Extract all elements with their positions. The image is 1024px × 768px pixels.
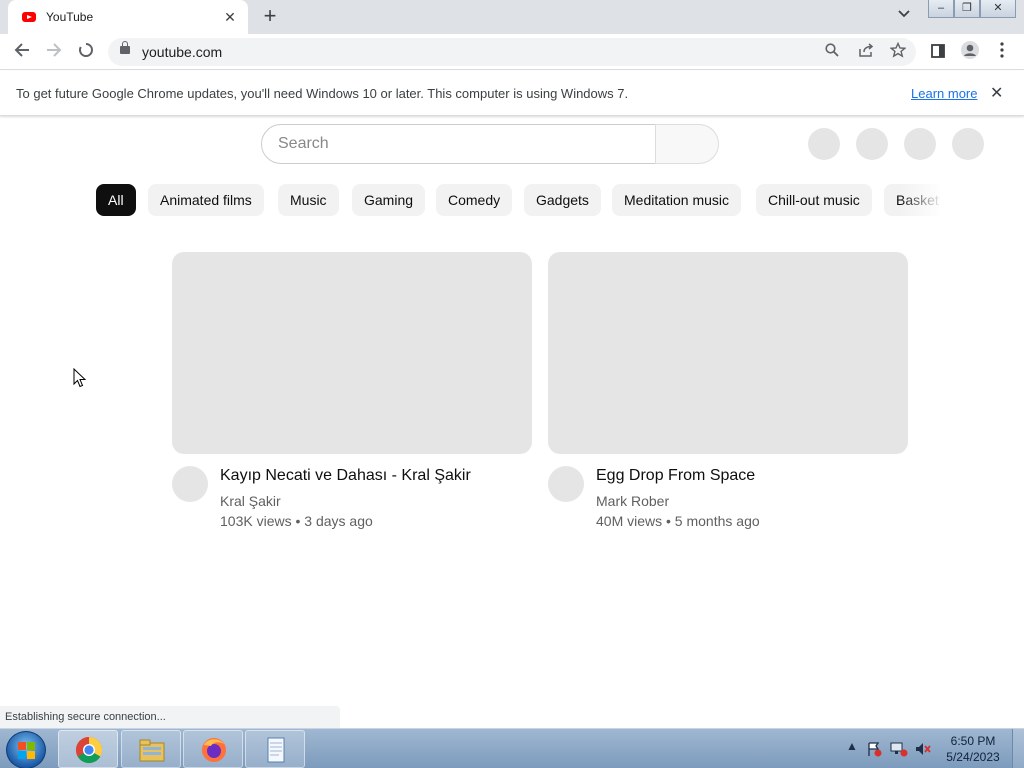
action-center-flag-icon[interactable] [866, 741, 882, 757]
chrome-icon [75, 736, 103, 764]
lock-icon[interactable] [120, 41, 130, 54]
tab-strip: YouTube ✕ + – ❐ ✕ [0, 0, 1024, 34]
back-arrow-icon [14, 43, 29, 57]
notifications-icon-placeholder[interactable] [904, 128, 936, 160]
bookmark-star-icon[interactable] [888, 41, 908, 62]
update-infobar: To get future Google Chrome updates, you… [0, 71, 1024, 116]
show-desktop-button[interactable] [1012, 729, 1024, 768]
chip-gaming[interactable]: Gaming [352, 184, 426, 216]
video-card[interactable]: Egg Drop From Space Mark Rober 40M views… [548, 252, 908, 529]
address-bar[interactable]: youtube.com [108, 38, 916, 66]
side-panel-icon [931, 44, 945, 58]
side-panel-button[interactable] [926, 40, 950, 64]
video-thumbnail[interactable] [548, 252, 908, 454]
infobar-close-icon[interactable]: ✕ [990, 83, 1003, 103]
start-button[interactable] [6, 731, 46, 768]
taskbar-firefox[interactable] [183, 730, 243, 768]
video-thumbnail[interactable] [172, 252, 532, 454]
video-title[interactable]: Egg Drop From Space [596, 467, 755, 485]
profile-avatar-icon [961, 41, 979, 59]
video-channel[interactable]: Mark Rober [596, 493, 669, 509]
video-card[interactable]: Kayıp Necati ve Dahası - Kral Şakir Kral… [172, 252, 532, 529]
url-text[interactable]: youtube.com [142, 44, 222, 60]
create-icon-placeholder[interactable] [808, 128, 840, 160]
channel-avatar[interactable] [548, 466, 584, 502]
volume-muted-icon[interactable] [914, 741, 932, 757]
youtube-favicon-icon [22, 12, 36, 22]
taskbar-chrome[interactable] [58, 730, 118, 768]
new-tab-button[interactable]: + [258, 5, 282, 29]
network-icon[interactable] [890, 741, 908, 757]
chip-all[interactable]: All [96, 184, 136, 216]
show-hidden-icons[interactable]: ▲ [846, 739, 858, 753]
channel-avatar[interactable] [172, 466, 208, 502]
tab-title: YouTube [46, 10, 94, 24]
windows-taskbar: ▲ 6:50 PM 5/24/2023 [0, 728, 1024, 768]
firefox-icon [202, 738, 226, 762]
video-title[interactable]: Kayıp Necati ve Dahası - Kral Şakir [220, 467, 471, 485]
browser-toolbar: youtube.com [0, 34, 1024, 70]
stop-loading-button[interactable] [74, 40, 98, 64]
video-meta: 40M views • 5 months ago [596, 513, 760, 529]
forward-arrow-icon [47, 43, 62, 57]
restore-button[interactable]: ❐ [954, 0, 980, 18]
youtube-search-input[interactable]: Search [261, 124, 656, 164]
chip-comedy[interactable]: Comedy [436, 184, 513, 216]
chip-gadgets[interactable]: Gadgets [524, 184, 601, 216]
chip-animated-films[interactable]: Animated films [148, 184, 264, 216]
apps-icon-placeholder[interactable] [856, 128, 888, 160]
clock-time: 6:50 PM [950, 734, 996, 748]
file-explorer-icon [139, 739, 165, 762]
tab-close-icon[interactable]: ✕ [222, 9, 238, 26]
profile-button[interactable] [958, 40, 982, 64]
notepad-icon [267, 737, 285, 763]
category-chips: All Animated films Music Gaming Comedy G… [96, 184, 940, 216]
chip-chill-out-music[interactable]: Chill-out music [756, 184, 872, 216]
tab-youtube[interactable]: YouTube ✕ [8, 0, 248, 34]
taskbar-notepad[interactable] [245, 730, 305, 768]
tab-search-icon[interactable] [893, 7, 915, 27]
search-icon[interactable] [822, 42, 842, 62]
mouse-cursor-icon [73, 368, 87, 388]
windows-logo-icon [18, 742, 36, 760]
three-dots-menu-icon [1000, 42, 1004, 58]
learn-more-link[interactable]: Learn more [911, 86, 977, 101]
window-close-button[interactable]: ✕ [980, 0, 1016, 18]
youtube-search-button[interactable] [655, 124, 719, 164]
minimize-button[interactable]: – [928, 0, 954, 18]
loading-spinner-icon [79, 43, 93, 57]
search-placeholder: Search [278, 135, 329, 152]
share-icon[interactable] [856, 42, 876, 62]
chip-meditation-music[interactable]: Meditation music [612, 184, 742, 216]
forward-button[interactable] [42, 40, 66, 64]
clock-date: 5/24/2023 [946, 750, 1000, 764]
menu-button[interactable] [990, 40, 1014, 64]
account-avatar-placeholder[interactable] [952, 128, 984, 160]
back-button[interactable] [10, 40, 34, 64]
taskbar-file-explorer[interactable] [121, 730, 181, 768]
infobar-message: To get future Google Chrome updates, you… [16, 86, 629, 101]
status-bubble: Establishing secure connection... [0, 706, 340, 728]
system-clock[interactable]: 6:50 PM 5/24/2023 [940, 733, 1006, 765]
chips-fade [900, 184, 944, 216]
video-channel[interactable]: Kral Şakir [220, 493, 281, 509]
chip-music[interactable]: Music [278, 184, 339, 216]
video-meta: 103K views • 3 days ago [220, 513, 373, 529]
